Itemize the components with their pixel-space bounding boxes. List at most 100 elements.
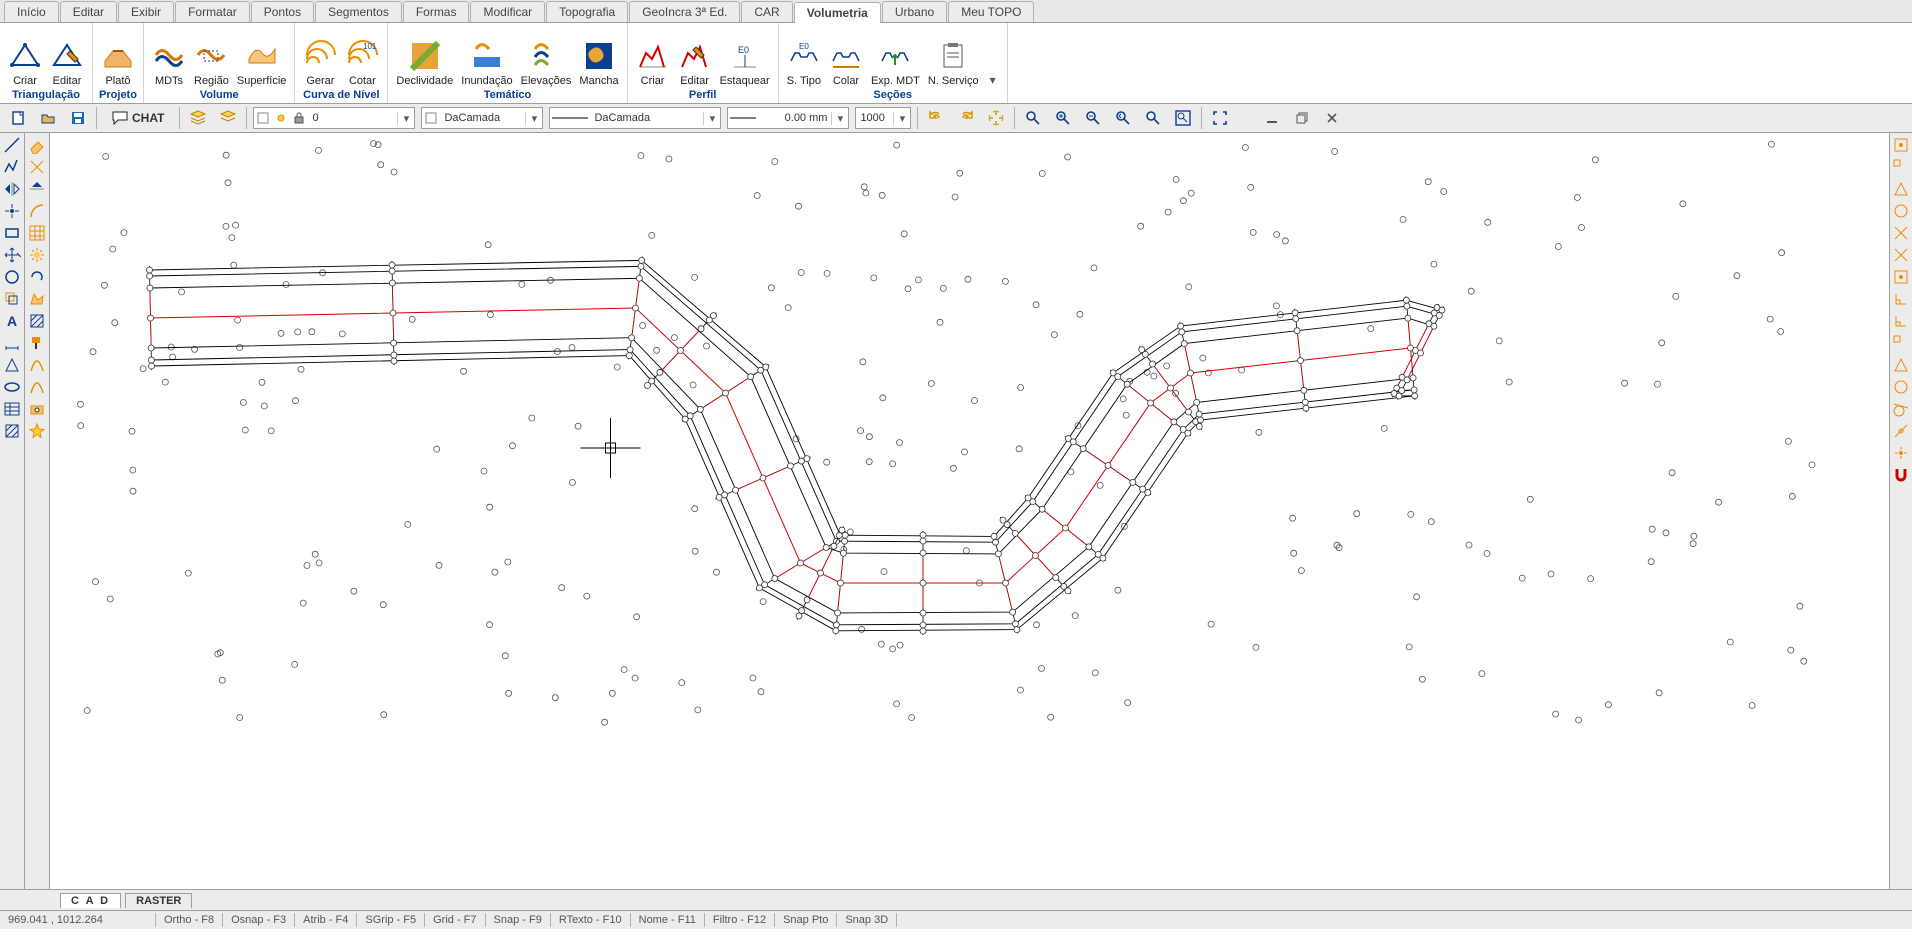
ribbon-decliv[interactable]: Declividade [392, 39, 457, 87]
cen-tool[interactable] [1891, 377, 1911, 397]
menu-tab-meutopo[interactable]: Meu TOPO [948, 1, 1034, 22]
menu-tab-pontos[interactable]: Pontos [251, 1, 314, 22]
status-toggle-snapf9[interactable]: Snap - F9 [485, 913, 551, 927]
new-file-button[interactable] [6, 106, 30, 130]
minimize-button[interactable] [1260, 106, 1284, 130]
color-combo[interactable]: DaCamada ▾ [421, 107, 543, 129]
status-toggle-gridf7[interactable]: Grid - F7 [424, 913, 485, 927]
menu-tab-incio[interactable]: Início [4, 1, 59, 22]
zoom-window-button[interactable] [1141, 106, 1165, 130]
grid-tool[interactable] [27, 223, 47, 243]
ribbon-mdts[interactable]: MDTs [148, 39, 190, 87]
ribbon-curva-gerar[interactable]: Gerar [299, 39, 341, 87]
mid-tool[interactable] [1891, 355, 1911, 375]
restore-button[interactable] [1290, 106, 1314, 130]
dim-tool[interactable] [2, 333, 22, 353]
circle-tool[interactable] [2, 267, 22, 287]
cen-tool[interactable] [1891, 201, 1911, 221]
mid-tool[interactable] [1891, 179, 1911, 199]
ribbon-tri-edit[interactable]: Editar [46, 39, 88, 87]
menu-tab-volumetria[interactable]: Volumetria [794, 2, 881, 23]
redo-button[interactable] [954, 106, 978, 130]
tan-tool[interactable] [1891, 399, 1911, 419]
camera-tool[interactable] [27, 399, 47, 419]
magnet-tool[interactable] [1891, 465, 1911, 485]
paint-tool[interactable] [27, 333, 47, 353]
osnap-tool[interactable] [1891, 135, 1911, 155]
status-toggle-filtrof12[interactable]: Filtro - F12 [704, 913, 775, 927]
end-tool[interactable] [1891, 157, 1911, 177]
node-tool[interactable] [1891, 443, 1911, 463]
perp-tool[interactable] [1891, 311, 1911, 331]
ribbon-mancha[interactable]: Mancha [575, 39, 622, 87]
point-tool[interactable] [2, 201, 22, 221]
menu-tab-geoincra3ed[interactable]: GeoIncra 3ª Ed. [629, 1, 740, 22]
status-toggle-rtextof10[interactable]: RTexto - F10 [550, 913, 631, 927]
curve-tool[interactable] [27, 377, 47, 397]
mirror2-tool[interactable] [27, 179, 47, 199]
close-button[interactable] [1320, 106, 1344, 130]
poly-tool[interactable] [27, 289, 47, 309]
rotate-tool[interactable] [27, 267, 47, 287]
rect-tool[interactable] [2, 223, 22, 243]
line-tool[interactable] [2, 135, 22, 155]
status-toggle-snappto[interactable]: Snap Pto [774, 913, 837, 927]
star-tool[interactable] [27, 421, 47, 441]
zoom-previous-button[interactable] [1111, 106, 1135, 130]
polyline-tool[interactable] [2, 157, 22, 177]
status-toggle-osnapf3[interactable]: Osnap - F3 [222, 913, 295, 927]
menu-tab-formatar[interactable]: Formatar [175, 1, 250, 22]
menu-tab-segmentos[interactable]: Segmentos [315, 1, 402, 22]
ribbon-expmdt[interactable]: Exp. MDT [867, 39, 924, 87]
status-toggle-sgripf5[interactable]: SGrip - F5 [356, 913, 425, 927]
int-tool[interactable] [1891, 245, 1911, 265]
ribbon-perfil-editar[interactable]: Editar [674, 39, 716, 87]
ribbon-perfil-criar[interactable]: Criar [632, 39, 674, 87]
int-tool[interactable] [1891, 223, 1911, 243]
layer-combo[interactable]: 0 ▾ [253, 107, 415, 129]
view-tab-cad[interactable]: C A D [60, 893, 121, 908]
ribbon-superficie[interactable]: Superfície [233, 39, 291, 87]
end-tool[interactable] [1891, 333, 1911, 353]
zoom-realtime-button[interactable] [1021, 106, 1045, 130]
zoom-in-button[interactable] [1051, 106, 1075, 130]
ribbon-nservico[interactable]: N. Serviço [924, 39, 983, 87]
lineweight-combo[interactable]: 0.00 mm ▾ [727, 107, 849, 129]
menu-tab-topografia[interactable]: Topografia [546, 1, 628, 22]
osnap-tool[interactable] [1891, 267, 1911, 287]
offset-tool[interactable] [2, 289, 22, 309]
hatch-tool[interactable] [27, 311, 47, 331]
pan-button[interactable] [984, 106, 1008, 130]
menu-tab-urbano[interactable]: Urbano [882, 1, 947, 22]
undo-button[interactable] [924, 106, 948, 130]
hatch-tool[interactable] [2, 421, 22, 441]
menu-tab-car[interactable]: CAR [741, 1, 792, 22]
explode-tool[interactable] [27, 245, 47, 265]
move-tool[interactable] [2, 245, 22, 265]
layers-button[interactable] [186, 106, 210, 130]
ribbon-tri-create[interactable]: Criar [4, 39, 46, 87]
triangle-tool[interactable] [2, 355, 22, 375]
arc-tool[interactable] [27, 201, 47, 221]
chat-button[interactable]: CHAT [103, 110, 173, 126]
menu-tab-exibir[interactable]: Exibir [118, 1, 174, 22]
ribbon-colar[interactable]: Colar [825, 39, 867, 87]
status-toggle-snap3d[interactable]: Snap 3D [836, 913, 897, 927]
status-toggle-nomef11[interactable]: Nome - F11 [630, 913, 705, 927]
ribbon-elev[interactable]: Elevações [517, 39, 576, 87]
drawing-canvas[interactable] [50, 133, 1889, 889]
curve-tool[interactable] [27, 355, 47, 375]
open-file-button[interactable] [36, 106, 60, 130]
fullscreen-button[interactable] [1208, 106, 1232, 130]
layer-states-button[interactable] [216, 106, 240, 130]
trim-tool[interactable] [27, 157, 47, 177]
ribbon-estaquear[interactable]: E0Estaquear [716, 39, 774, 87]
ribbon-plato[interactable]: Platô [97, 39, 139, 87]
near-tool[interactable] [1891, 421, 1911, 441]
text-tool[interactable]: A [2, 311, 22, 331]
mirror-tool[interactable] [2, 179, 22, 199]
menu-tab-formas[interactable]: Formas [403, 1, 470, 22]
view-tab-raster[interactable]: RASTER [125, 893, 192, 908]
status-toggle-atribf4[interactable]: Atrib - F4 [294, 913, 357, 927]
ribbon-regiao[interactable]: Região [190, 39, 233, 87]
